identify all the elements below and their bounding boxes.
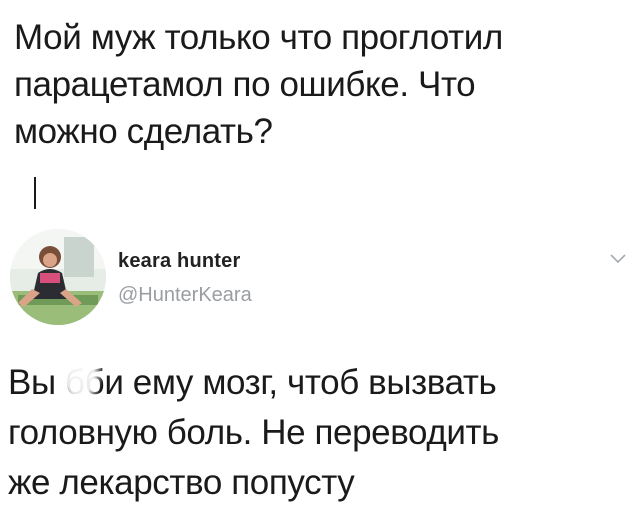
- tweet-text: Вы бби ему мозг, чтоб вызвать головную б…: [8, 363, 499, 502]
- chevron-down-icon[interactable]: [608, 252, 628, 266]
- tweet-user-info: keara hunter @HunterKeara: [118, 249, 252, 307]
- profile-photo-avatar-icon: [10, 229, 106, 325]
- avatar[interactable]: [10, 229, 106, 325]
- display-name[interactable]: keara hunter: [118, 249, 252, 273]
- thread-connector-line: [34, 177, 36, 209]
- question-text: Мой муж только что проглотил парацетамол…: [14, 18, 503, 151]
- user-handle[interactable]: @HunterKeara: [118, 283, 252, 307]
